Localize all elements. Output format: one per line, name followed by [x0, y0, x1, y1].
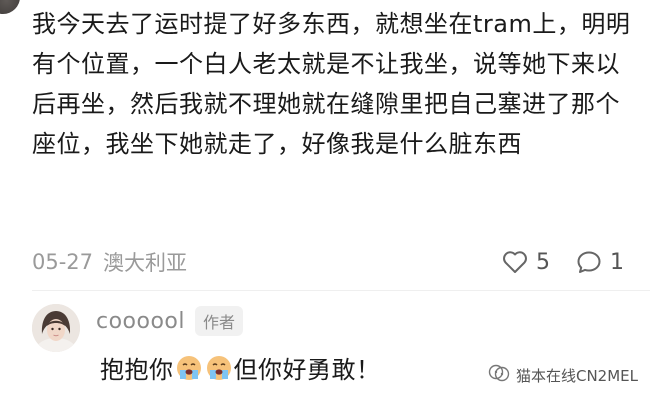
- reply-header: coooool 作者: [96, 306, 244, 336]
- post-actions: 5 1: [502, 250, 632, 275]
- crying-face-emoji: [175, 354, 203, 382]
- author-badge: 作者: [195, 306, 244, 336]
- wechat-channel-icon: [488, 364, 510, 386]
- reply-text-after: 但你好勇敢！: [233, 356, 381, 384]
- post-location: 澳大利亚: [103, 251, 188, 275]
- post-text: 我今天去了运时提了好多东西，就想坐在tram上，明明有个位置，一个白人老太就是不…: [32, 10, 631, 158]
- comment-button[interactable]: 1: [576, 250, 624, 275]
- reply-username[interactable]: coooool: [96, 309, 185, 334]
- divider: [32, 290, 650, 291]
- comment-thread: 我今天去了运时提了好多东西，就想坐在tram上，明明有个位置，一个白人老太就是不…: [0, 0, 650, 404]
- watermark-text: 猫本在线CN2MEL: [515, 366, 638, 385]
- reply-text: 抱抱你 但你好勇敢！: [100, 350, 381, 385]
- heart-icon: [502, 250, 528, 274]
- previous-avatar[interactable]: [0, 0, 20, 14]
- reply-text-before: 抱抱你: [100, 356, 174, 384]
- like-button[interactable]: 5: [502, 250, 550, 275]
- comment-count: 1: [610, 249, 624, 275]
- post-date: 05-27: [32, 250, 94, 274]
- crying-face-emoji: [205, 354, 233, 382]
- like-count: 5: [536, 249, 550, 275]
- watermark: 猫本在线CN2MEL: [488, 364, 638, 386]
- comment-bubble-icon: [576, 250, 602, 274]
- post-meta: 05-27 澳大利亚 5 1: [32, 244, 632, 280]
- reply-avatar[interactable]: [32, 304, 80, 352]
